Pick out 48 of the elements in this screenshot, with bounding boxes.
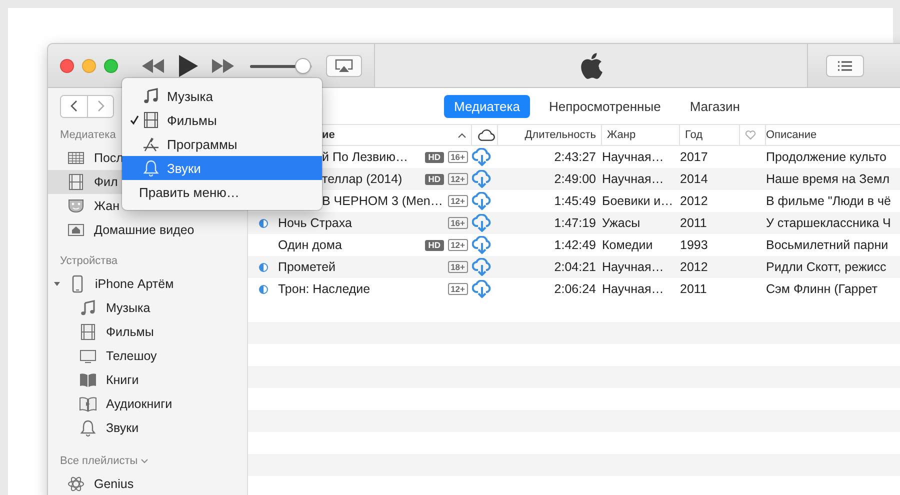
table-cell: Научная… [602,150,664,164]
table-cell: 2011 [680,282,707,296]
table-cell: 2012 [680,260,708,274]
table-cell: 1993 [680,238,708,252]
table-cell: Ужасы [602,216,640,230]
hd-badge: HD [425,174,444,184]
age-rating-badge: 16+ [448,217,468,229]
table-cell: Сэм Флинн (Гаррет [766,282,878,296]
table-cell: В ЧЕРНОМ 3 (Men… [322,194,443,208]
age-rating-badge: 16+ [448,151,468,163]
table-cell: Прометей [278,260,336,274]
sidebar-heading: Все плейлисты [60,455,138,467]
table-cell: й По Лезвию… [322,150,408,164]
age-rating-badge: 18+ [448,261,468,273]
table-cell: 2017 [680,150,708,164]
hd-badge: HD [425,240,444,250]
table-cell: Ночь Страха [278,216,352,230]
table-cell: У старшеклассника Ч [766,216,891,230]
table-cell: 2011 [680,216,707,230]
age-rating-badge: 12+ [448,283,468,295]
table-cell: 2:49:00 [554,172,596,186]
age-rating-badge: 12+ [448,239,468,251]
table-cell: Один дома [278,238,342,252]
sidebar-heading: Устройства [60,255,118,267]
table-cell: Научная… [602,282,664,296]
sidebar-heading: Медиатека [60,129,116,141]
table-cell: Трон: Наследие [278,282,370,296]
table-cell: 2012 [680,194,708,208]
table-cell: Ридли Скотт, режисс [766,260,886,274]
table-cell: Продолжение культо [766,150,886,164]
age-rating-badge: 12+ [448,195,468,207]
table-cell: 2:04:21 [554,260,596,274]
table-cell: 1:45:49 [554,194,596,208]
table-cell: 1:42:49 [554,238,596,252]
table-cell: 2014 [680,172,708,186]
age-rating-badge: 12+ [448,173,468,185]
table-cell: 2:06:24 [554,282,596,296]
table-cell: Научная… [602,172,664,186]
table-cell: Наше время на Земл [766,172,890,186]
table-cell: Восьмилетний парни [766,238,888,252]
table-cell: 1:47:19 [554,216,596,230]
table-cell: Комедии [602,238,653,252]
hd-badge: HD [425,152,444,162]
table-cell: теллар (2014) [322,172,402,186]
table-cell: Научная… [602,260,664,274]
table-cell: В фильме "Люди в чё [766,194,891,208]
table-cell: Боевики и… [602,194,674,208]
table-cell: 2:43:27 [554,150,596,164]
